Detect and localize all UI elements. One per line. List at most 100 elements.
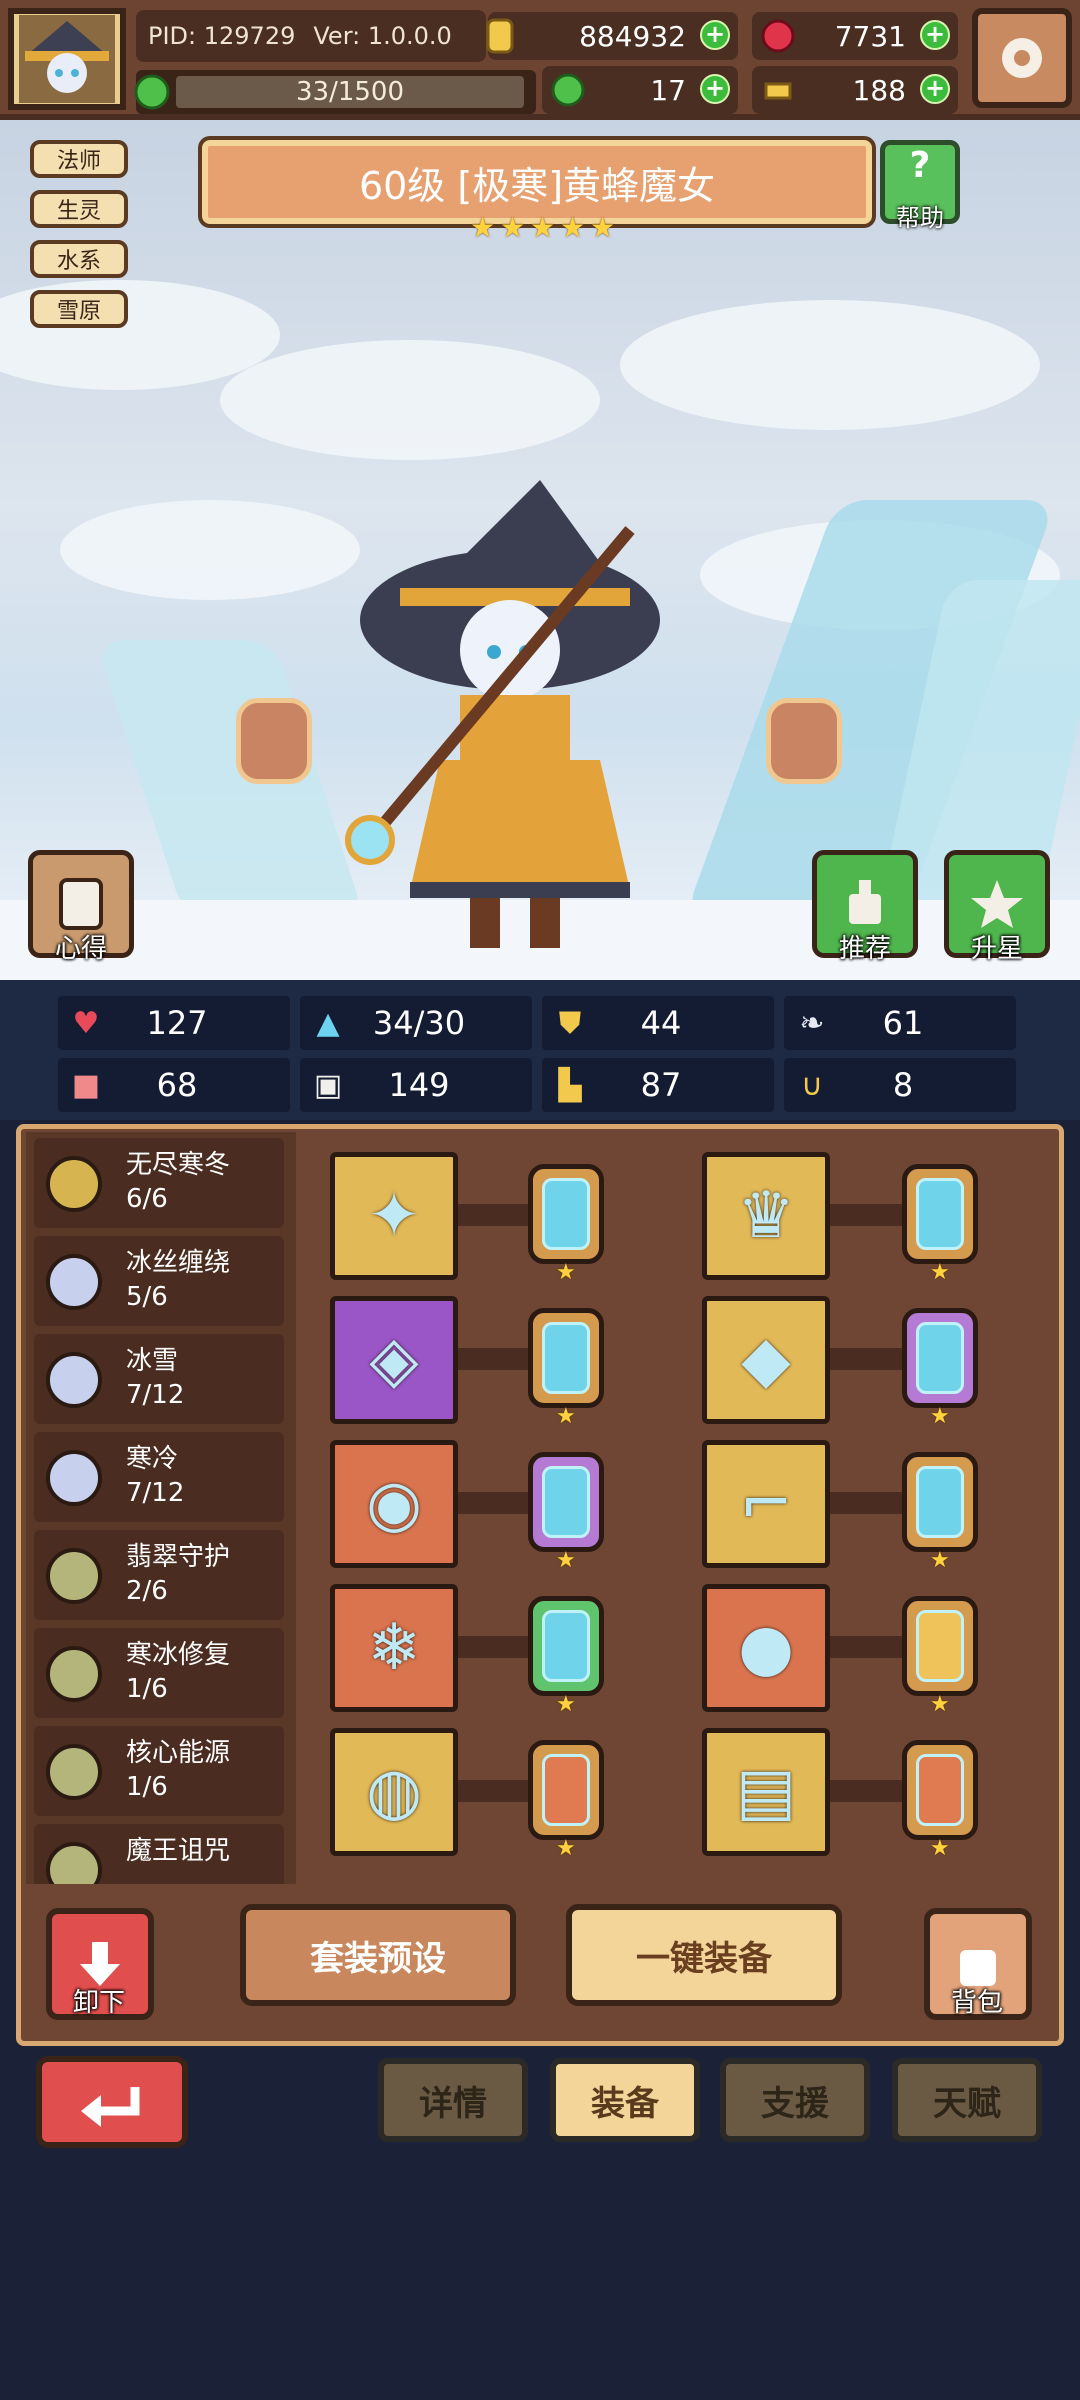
wing-icon: ❧ [799, 1005, 825, 1041]
add-clover-button[interactable]: + [700, 74, 730, 104]
unequip-label: 卸下 [72, 1988, 125, 2018]
rune-slot[interactable] [902, 1308, 978, 1408]
set-item[interactable]: 冰雪 7/12 [34, 1334, 284, 1424]
set-item[interactable]: 冰丝缠绕 5/6 [34, 1236, 284, 1326]
equipment-slot[interactable]: ◈ [330, 1296, 458, 1424]
upgrade-star-label: 升星 [970, 934, 1023, 964]
stat-health: ♥ 127 [58, 996, 290, 1050]
star-icon: ★ [556, 1692, 576, 1717]
set-item[interactable]: 核心能源 1/6 [34, 1726, 284, 1816]
set-item[interactable]: 翡翠守护 2/6 [34, 1530, 284, 1620]
equipment-slot[interactable]: ♛ [702, 1152, 830, 1280]
equipment-slot[interactable]: ❄ [330, 1584, 458, 1712]
rune-gem-icon [542, 1466, 590, 1538]
ruby-counter: 7731 + [752, 12, 958, 60]
return-arrow-icon [81, 2087, 140, 2127]
heart-icon: ♥ [72, 1005, 100, 1041]
rune-slot[interactable] [902, 1740, 978, 1840]
star-icon: ★ [930, 1548, 950, 1573]
stat-defense: ⛊ 44 [542, 996, 774, 1050]
set-item[interactable]: 魔王诅咒 [34, 1824, 284, 1884]
rune-slot[interactable] [902, 1452, 978, 1552]
horseshoe-icon: ∪ [801, 1067, 823, 1103]
dark-orb-icon: ● [738, 1611, 794, 1685]
rune-gem-icon [542, 1754, 590, 1826]
set-item[interactable]: 无尽寒冬 6/6 [34, 1138, 284, 1228]
recommend-label: 推荐 [838, 934, 891, 964]
notebook-icon [59, 878, 103, 930]
gold-counter: 884932 + [486, 12, 738, 60]
set-gem-icon [46, 1744, 102, 1800]
star-icon: ★ [930, 1404, 950, 1429]
player-avatar[interactable] [8, 8, 126, 110]
preset-button[interactable]: 套装预设 [240, 1904, 516, 2006]
left-empty-slot[interactable] [236, 698, 312, 784]
right-empty-slot[interactable] [766, 698, 842, 784]
tag-race: 生灵 [30, 190, 128, 228]
tab-details[interactable]: 详情 [378, 2058, 528, 2142]
set-gem-icon [46, 1842, 102, 1884]
ice-crystal-icon: ❄ [367, 1611, 421, 1685]
player-id: PID: 129729 [148, 22, 296, 50]
stat-agility: ▙ 87 [542, 1058, 774, 1112]
rune-gem-icon [916, 1754, 964, 1826]
rune-slot[interactable] [528, 1740, 604, 1840]
rune-slot[interactable] [902, 1596, 978, 1696]
star-upgrade-icon [971, 880, 1023, 928]
set-item[interactable]: 寒冰修复 1/6 [34, 1628, 284, 1718]
rune-gem-icon [916, 1610, 964, 1682]
star-icon: ★ [500, 211, 526, 244]
set-gem-icon [46, 1352, 102, 1408]
rune-slot[interactable] [528, 1452, 604, 1552]
add-ruby-button[interactable]: + [920, 20, 950, 50]
clover-value: 17 [650, 73, 686, 107]
equipment-slot[interactable]: ◆ [702, 1296, 830, 1424]
equipment-slot[interactable]: ⌐ [702, 1440, 830, 1568]
stamina-value: 33/1500 [176, 76, 524, 108]
shield-icon: ⛊ [558, 1005, 582, 1041]
gold-value: 884932 [579, 19, 686, 53]
tab-equipment[interactable]: 装备 [550, 2058, 700, 2142]
star-icon: ★ [930, 1692, 950, 1717]
rune-gem-icon [916, 1466, 964, 1538]
add-gold-button[interactable]: + [700, 20, 730, 50]
witch-character-sprite [345, 480, 660, 948]
rune-slot[interactable] [528, 1308, 604, 1408]
key-icon [760, 72, 796, 108]
equipment-slot[interactable]: ● [702, 1584, 830, 1712]
settings-button[interactable] [972, 8, 1072, 108]
rune-slot[interactable] [902, 1164, 978, 1264]
slot-connector [458, 1204, 532, 1226]
star-icon: ★ [930, 1260, 950, 1285]
slot-connector [830, 1348, 906, 1370]
add-key-button[interactable]: + [920, 74, 950, 104]
boots-icon: ⌐ [739, 1467, 793, 1541]
clover-icon [550, 72, 586, 108]
help-label: 帮助 [896, 204, 944, 232]
equipment-slot[interactable]: ◉ [330, 1440, 458, 1568]
ring-icon: ◍ [366, 1755, 422, 1829]
rune-slot[interactable] [528, 1164, 604, 1264]
rune-gem-icon [916, 1178, 964, 1250]
equipment-slot[interactable]: ▤ [702, 1728, 830, 1856]
notes-label: 心得 [54, 934, 107, 964]
tag-element: 水系 [30, 240, 128, 278]
slot-connector [830, 1780, 906, 1802]
star-icon: ★ [556, 1836, 576, 1861]
rune-gem-icon [542, 1610, 590, 1682]
equipment-slot[interactable]: ◍ [330, 1728, 458, 1856]
thumbs-up-icon [849, 880, 881, 924]
tab-support[interactable]: 支援 [720, 2058, 870, 2142]
slot-connector [458, 1492, 532, 1514]
set-item[interactable]: 寒冷 7/12 [34, 1432, 284, 1522]
tab-talent[interactable]: 天赋 [892, 2058, 1042, 2142]
rune-gem-icon [542, 1322, 590, 1394]
auto-equip-button[interactable]: 一键装备 [566, 1904, 842, 2006]
equipment-slot[interactable]: ✦ [330, 1152, 458, 1280]
rune-slot[interactable] [528, 1596, 604, 1696]
back-button[interactable] [36, 2056, 188, 2148]
set-bonus-list[interactable]: 无尽寒冬 6/6 冰丝缠绕 5/6 冰雪 7/12 寒冷 7/12 翡翠守护 2… [26, 1132, 296, 1884]
mana-icon: ▲ [316, 1005, 340, 1041]
star-icon: ★ [530, 211, 556, 244]
witch-avatar-icon [19, 15, 115, 103]
